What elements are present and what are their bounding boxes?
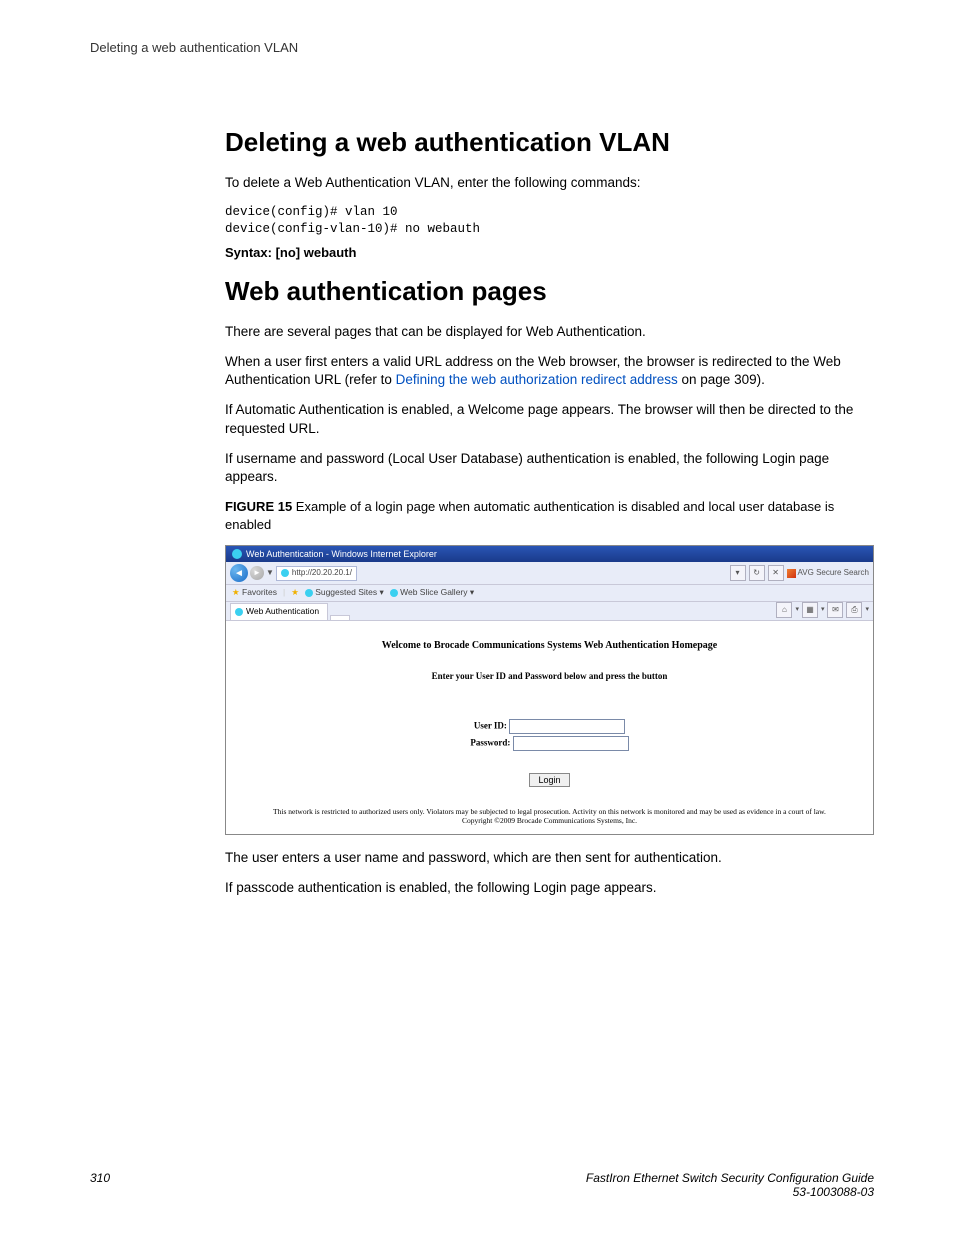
gallery-label: Web Slice Gallery: [400, 587, 467, 597]
disclaimer-line2: Copyright ©2009 Brocade Communications S…: [232, 816, 867, 826]
ie-icon: [305, 589, 313, 597]
book-title: FastIron Ethernet Switch Security Config…: [586, 1171, 874, 1185]
home-icon[interactable]: ⌂: [776, 602, 792, 618]
favorites-bar: ★ Favorites | ★ Suggested Sites ▾ Web Sl…: [226, 585, 873, 601]
doc-number: 53-1003088-03: [586, 1185, 874, 1199]
figure-text: Example of a login page when automatic a…: [225, 499, 834, 532]
figure-caption: FIGURE 15 Example of a login page when a…: [225, 498, 874, 533]
print-icon[interactable]: ⎙: [846, 602, 862, 618]
separator: |: [283, 587, 285, 598]
url-text: http://20.20.20.1/: [292, 568, 352, 579]
ie-icon: [235, 608, 243, 616]
section2-p1: There are several pages that can be disp…: [225, 323, 874, 341]
password-label: Password:: [470, 737, 510, 747]
p2-text-b: on page 309).: [678, 372, 765, 387]
favorites-label: Favorites: [242, 587, 277, 597]
star-icon: ★: [291, 587, 299, 597]
page-heading: Welcome to Brocade Communications System…: [232, 639, 867, 653]
dropdown-arrow-icon[interactable]: ▼: [266, 568, 274, 579]
feeds-icon[interactable]: ▦: [802, 602, 818, 618]
section1-intro: To delete a Web Authentication VLAN, ent…: [225, 174, 874, 192]
section2-p2: When a user first enters a valid URL add…: [225, 353, 874, 389]
search-box[interactable]: AVG Secure Search: [787, 568, 869, 579]
address-bar[interactable]: http://20.20.20.1/: [276, 566, 357, 581]
password-row: Password:: [232, 736, 867, 751]
stop-icon[interactable]: ✕: [768, 565, 784, 581]
page-number: 310: [90, 1171, 110, 1199]
code-block: device(config)# vlan 10 device(config-vl…: [225, 204, 874, 238]
section2-p6: If passcode authentication is enabled, t…: [225, 879, 874, 897]
search-provider: AVG Secure Search: [798, 568, 869, 579]
page-subheading: Enter your User ID and Password below an…: [232, 670, 867, 682]
browser-titlebar: Web Authentication - Windows Internet Ex…: [226, 546, 873, 562]
tab-title: Web Authentication: [246, 606, 319, 617]
ie-icon: [390, 589, 398, 597]
running-header: Deleting a web authentication VLAN: [90, 40, 874, 55]
login-button[interactable]: Login: [529, 773, 569, 787]
disclaimer-line1: This network is restricted to authorized…: [232, 807, 867, 817]
browser-tab[interactable]: Web Authentication: [230, 603, 328, 619]
password-input[interactable]: [513, 736, 629, 751]
refresh-icon[interactable]: ↻: [749, 565, 765, 581]
forward-button[interactable]: ►: [250, 566, 264, 580]
disclaimer: This network is restricted to authorized…: [232, 807, 867, 827]
dropdown-icon[interactable]: ▾: [730, 565, 746, 581]
suggested-sites[interactable]: Suggested Sites ▾: [305, 587, 384, 598]
user-id-input[interactable]: [509, 719, 625, 734]
page-icon: [281, 569, 289, 577]
section1-title: Deleting a web authentication VLAN: [225, 125, 874, 160]
ie-icon: [232, 549, 242, 559]
caret-icon: ▾: [821, 605, 825, 614]
user-id-label: User ID:: [474, 720, 507, 730]
window-title: Web Authentication - Windows Internet Ex…: [246, 548, 437, 560]
caret-icon: ▾: [795, 605, 799, 614]
suggested-label: Suggested Sites: [315, 587, 377, 597]
star-icon: ★: [232, 587, 240, 597]
mail-icon[interactable]: ✉: [827, 602, 843, 618]
page-footer: 310 FastIron Ethernet Switch Security Co…: [90, 1171, 874, 1199]
favorites-button[interactable]: ★ Favorites: [232, 587, 277, 598]
browser-window: Web Authentication - Windows Internet Ex…: [225, 545, 874, 835]
user-id-row: User ID:: [232, 719, 867, 734]
caret-icon: ▾: [865, 605, 869, 614]
section2-title: Web authentication pages: [225, 274, 874, 309]
browser-navbar: ◄ ► ▼ http://20.20.20.1/ ▾ ↻ ✕ AVG Secur…: [226, 562, 873, 585]
tab-bar: Web Authentication ⌂▾ ▦▾ ✉ ⎙▾: [226, 602, 873, 621]
back-button[interactable]: ◄: [230, 564, 248, 582]
section2-p5: The user enters a user name and password…: [225, 849, 874, 867]
syntax-line: Syntax: [no] webauth: [225, 244, 874, 262]
figure-label: FIGURE 15: [225, 499, 292, 514]
web-slice-gallery[interactable]: Web Slice Gallery ▾: [390, 587, 474, 598]
section2-p4: If username and password (Local User Dat…: [225, 450, 874, 486]
link-redirect-address[interactable]: Defining the web authorization redirect …: [396, 372, 678, 387]
section2-p3: If Automatic Authentication is enabled, …: [225, 401, 874, 437]
page-content: Welcome to Brocade Communications System…: [226, 621, 873, 834]
fav-icon-group[interactable]: ★: [291, 587, 299, 598]
new-tab-button[interactable]: [330, 615, 350, 620]
avg-logo-icon: [787, 569, 796, 578]
